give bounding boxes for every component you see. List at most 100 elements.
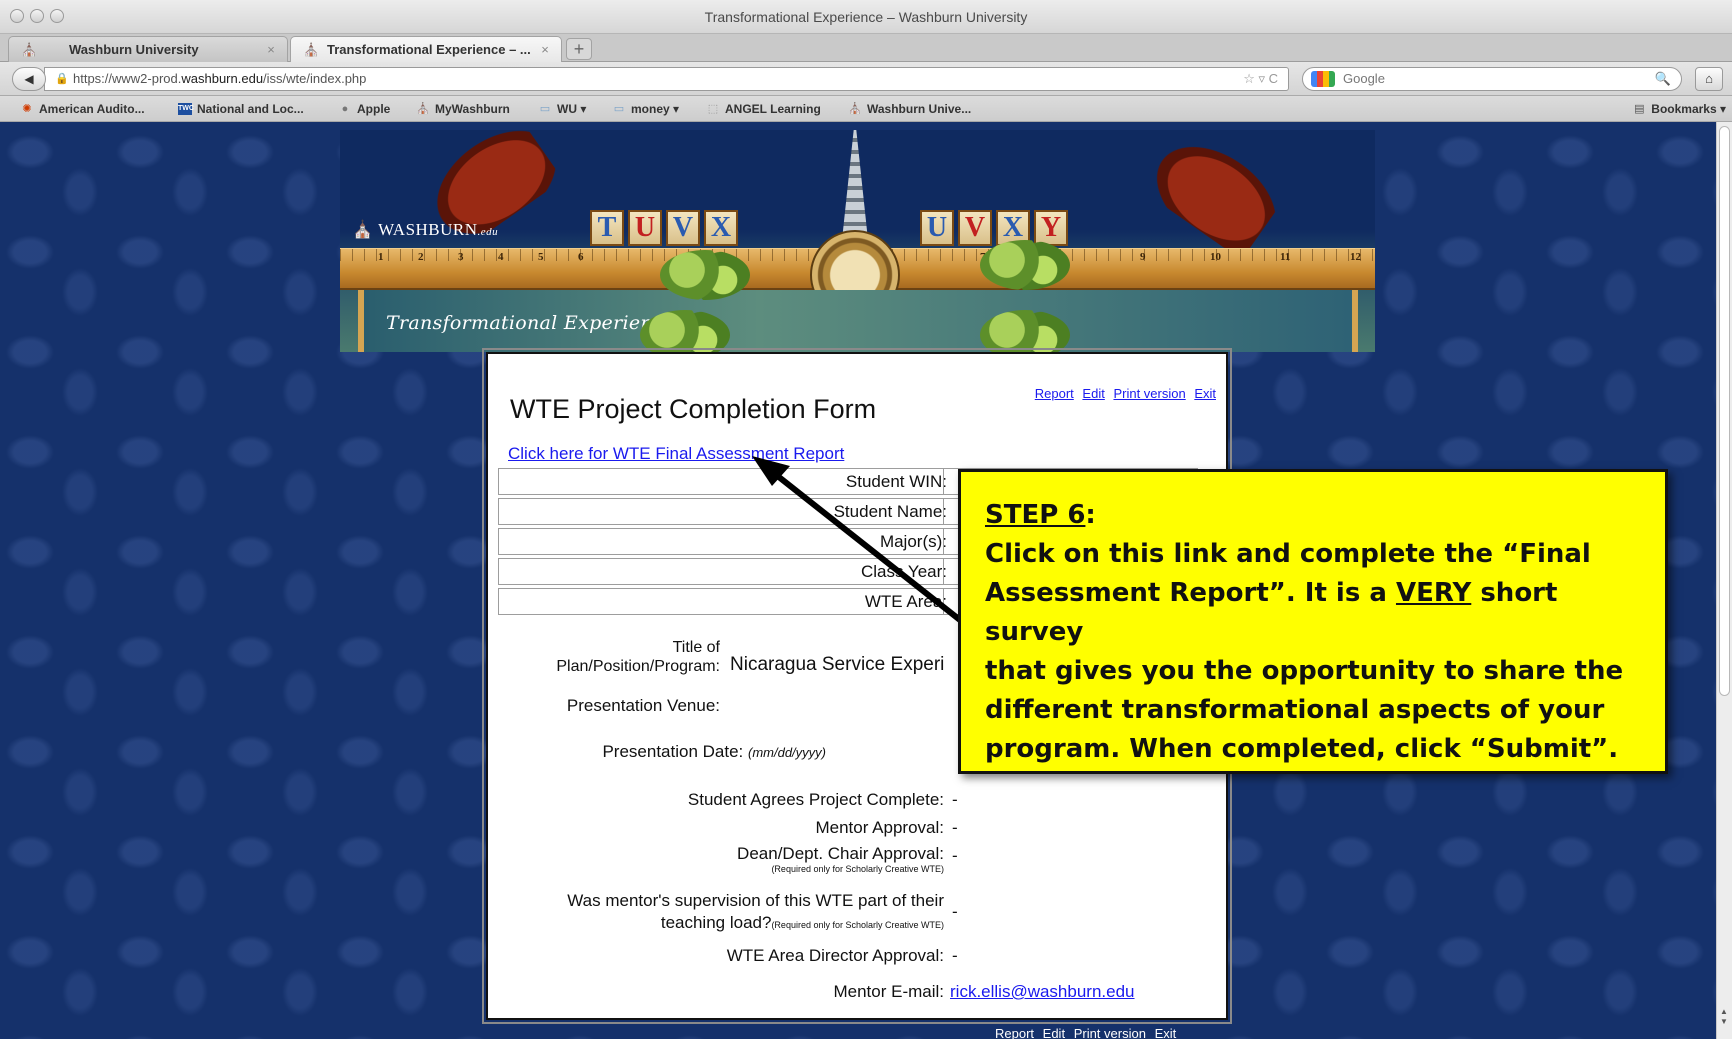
back-arrow-icon: ◀ — [24, 72, 34, 86]
close-tab-icon[interactable]: × — [263, 42, 279, 57]
form-bottom-links: Report Edit Print version Exit — [990, 1026, 1176, 1039]
ruler-number: 5 — [538, 251, 544, 263]
mentor-email-link[interactable]: rick.ellis@washburn.edu — [950, 982, 1135, 1002]
letter-blocks-left: T U V X — [590, 210, 738, 246]
callout-heading: STEP 6: — [985, 496, 1641, 535]
letter-block: V — [958, 210, 992, 246]
lock-icon: 🔒 — [55, 73, 69, 85]
label-line: Title of — [672, 639, 720, 656]
student-name-label: Student Name: — [833, 502, 947, 521]
final-assessment-report-link[interactable]: Click here for WTE Final Assessment Repo… — [508, 444, 844, 464]
student-win-label: Student WIN: — [845, 472, 947, 491]
search-placeholder: Google — [1343, 71, 1385, 86]
bookmark-angel-learning[interactable]: ⬚ ANGEL Learning — [706, 102, 821, 116]
letter-block: X — [704, 210, 738, 246]
step-colon: : — [1085, 500, 1096, 530]
google-icon[interactable] — [1311, 71, 1335, 87]
student-agrees-label: Student Agrees Project Complete: — [687, 790, 944, 809]
logo-text: WASHBURN — [378, 220, 478, 239]
callout-emphasis: VERY — [1395, 578, 1472, 608]
exit-link[interactable]: Exit — [1194, 386, 1216, 401]
address-bar[interactable]: 🔒 https://www2-prod.washburn.edu/iss/wte… — [44, 67, 1289, 91]
ruler-number: 1 — [378, 251, 384, 263]
program-title-value: Nicaragua Service Experi — [730, 654, 945, 675]
tab-transformational-experience[interactable]: ⛪ Transformational Experience – ... × — [290, 36, 562, 62]
presentation-venue-label: Presentation Venue: — [566, 696, 720, 715]
student-agrees-value: - — [952, 790, 958, 809]
bookmark-folder-money[interactable]: ▭ money ▾ — [612, 102, 679, 116]
label-line: Plan/Position/Program: — [556, 658, 720, 675]
bookmarks-icon: ▤ — [1634, 103, 1645, 115]
letter-blocks-right: U V X Y — [920, 210, 1068, 246]
window-title: Transformational Experience – Washburn U… — [704, 9, 1028, 25]
date-format-hint: (mm/dd/yyyy) — [748, 745, 826, 760]
navigation-bar: 🔒 https://www2-prod.washburn.edu/iss/wte… — [0, 62, 1732, 96]
cell-divider — [943, 559, 944, 584]
twc-icon: TWC — [178, 103, 194, 115]
washburn-icon: ⛪ — [21, 41, 38, 57]
report-link[interactable]: Report — [1035, 386, 1074, 401]
print-version-link[interactable]: Print version — [1074, 1026, 1146, 1039]
ivy-leaves-image — [640, 310, 730, 352]
mentor-email-label: Mentor E-mail: — [833, 982, 944, 1001]
bookmarks-menu-button[interactable]: ▤ Bookmarks ▾ — [1632, 102, 1726, 116]
label-line: Was mentor's supervision of this WTE par… — [567, 891, 944, 910]
ruler-number: 2 — [418, 251, 424, 263]
search-icon[interactable]: 🔍 — [1655, 68, 1671, 90]
scrollbar-thumb[interactable] — [1719, 126, 1730, 696]
bookmark-label: National and Loc... — [197, 102, 304, 116]
page-title: WTE Project Completion Form — [510, 394, 877, 424]
edit-link[interactable]: Edit — [1043, 1026, 1065, 1039]
bookmark-american-audito[interactable]: ✺ American Audito... — [20, 102, 144, 116]
new-tab-button[interactable]: + — [566, 38, 592, 60]
scroll-arrows-icon[interactable]: ▲ ▼ — [1720, 1007, 1728, 1027]
form-top-links: Report Edit Print version Exit — [1030, 386, 1216, 401]
ruler-number: 9 — [1140, 251, 1146, 263]
bookmark-apple[interactable]: ● Apple — [338, 102, 391, 116]
bookmark-washburn-unive[interactable]: ⛪ Washburn Unive... — [848, 102, 971, 116]
back-button[interactable]: ◀ — [12, 67, 46, 91]
callout-text: Assessment Report”. It is a — [985, 578, 1396, 608]
apple-icon: ● — [341, 103, 349, 115]
bookmark-mywashburn[interactable]: ⛪ MyWashburn — [416, 102, 510, 116]
teaching-load-label: Was mentor's supervision of this WTE par… — [567, 890, 944, 936]
tab-strip: ⛪ Washburn University × ⛪ Transformation… — [0, 34, 1732, 62]
bookmark-star-reload-icons[interactable]: ☆ ▿ C — [1243, 68, 1278, 90]
tab-label: Washburn University — [69, 42, 199, 57]
area-director-approval-value: - — [952, 946, 958, 965]
wte-area-label: WTE Area: — [864, 592, 947, 611]
audio-icon: ✺ — [22, 103, 32, 115]
dean-approval-value: - — [952, 846, 958, 865]
bookmark-folder-wu[interactable]: ▭ WU ▾ — [538, 102, 587, 116]
edit-link[interactable]: Edit — [1082, 386, 1104, 401]
bookmark-label: WU ▾ — [557, 102, 587, 116]
washburn-icon: ⛪ — [416, 103, 430, 115]
vertical-scrollbar[interactable]: ▲ ▼ — [1716, 122, 1732, 1039]
url-prefix: https://www2-prod. — [73, 71, 182, 86]
violin-image — [1126, 130, 1294, 261]
ivy-leaves-image — [660, 250, 750, 300]
washburn-logo[interactable]: ⛪ WASHBURN.edu — [352, 220, 498, 240]
bookmark-label: money ▾ — [631, 102, 680, 116]
cell-divider — [943, 529, 944, 554]
tab-washburn-university[interactable]: ⛪ Washburn University × — [8, 36, 288, 62]
report-link[interactable]: Report — [995, 1026, 1034, 1039]
close-tab-icon[interactable]: × — [537, 42, 553, 57]
search-input[interactable]: Google 🔍 — [1302, 67, 1682, 91]
cell-divider — [943, 469, 944, 494]
print-version-link[interactable]: Print version — [1113, 386, 1185, 401]
cell-divider — [943, 499, 944, 524]
bookmark-label: ANGEL Learning — [725, 102, 821, 116]
page-icon: ⬚ — [707, 103, 719, 115]
bookmark-label: Washburn Unive... — [867, 102, 972, 116]
label-text: Dean/Dept. Chair Approval: — [737, 844, 944, 863]
exit-link[interactable]: Exit — [1155, 1026, 1177, 1039]
mentor-approval-label: Mentor Approval: — [815, 818, 944, 837]
required-note: (Required only for Scholarly Creative WT… — [771, 864, 944, 874]
banner-title: Transformational Experience — [386, 312, 676, 334]
folder-icon: ▭ — [539, 103, 551, 115]
bookmark-national-and-loc[interactable]: TWC National and Loc... — [178, 102, 304, 116]
home-button[interactable]: ⌂ — [1695, 67, 1723, 91]
step-number: STEP 6 — [985, 500, 1086, 530]
ruler-number: 11 — [1280, 251, 1291, 263]
